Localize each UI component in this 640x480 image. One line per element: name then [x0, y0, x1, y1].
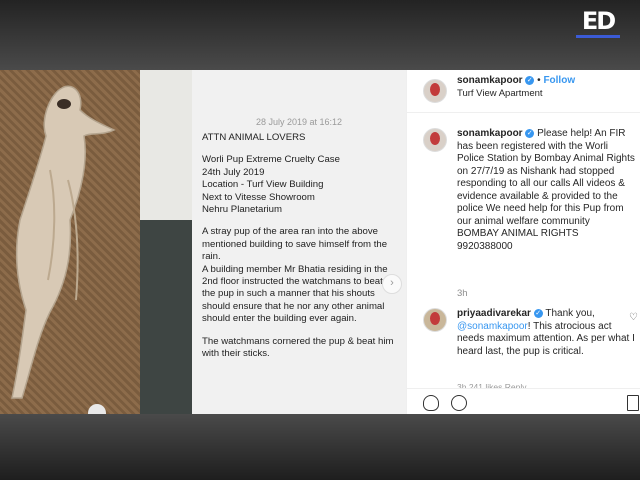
- bookmark-icon[interactable]: [627, 395, 639, 411]
- note-paragraph: The watchmans cornered the pup & beat hi…: [202, 335, 394, 360]
- verified-badge-icon: ✓: [533, 309, 543, 318]
- pup-figure: [11, 85, 116, 399]
- instagram-post: 28 July 2019 at 16:12 ATTN ANIMAL LOVERS…: [0, 70, 640, 414]
- comment: priyaadivarekar ✓ Thank you, @sonamkapoo…: [457, 308, 635, 358]
- frame-top: [0, 0, 640, 70]
- caption-time: 3h: [457, 288, 468, 299]
- comment-avatar[interactable]: [423, 308, 447, 332]
- action-bar: [407, 388, 640, 414]
- next-slide-button[interactable]: ›: [382, 274, 402, 294]
- channel-logo-letters: ED: [581, 7, 616, 35]
- note-heading: ATTN ANIMAL LOVERS: [202, 132, 306, 143]
- comment-username[interactable]: priyaadivarekar: [457, 308, 531, 319]
- avatar[interactable]: [423, 79, 447, 103]
- caption: sonamkapoor ✓ Please help! An FIR has be…: [457, 128, 637, 253]
- follow-button[interactable]: Follow: [543, 75, 575, 86]
- note-body: ATTN ANIMAL LOVERS Worli Pup Extreme Cru…: [202, 132, 398, 371]
- caption-avatar[interactable]: [423, 128, 447, 152]
- note-date: 28 July 2019 at 16:12: [255, 117, 343, 127]
- comments-panel: sonamkapoor ✓ • Follow Turf View Apartme…: [406, 70, 640, 414]
- channel-logo: ED: [576, 8, 620, 40]
- location-link[interactable]: Turf View Apartment: [457, 88, 543, 99]
- frame-bottom: [0, 414, 640, 480]
- chevron-right-icon: ›: [390, 277, 394, 289]
- header-username[interactable]: sonamkapoor: [457, 75, 523, 86]
- comment-bubble-icon[interactable]: [451, 395, 467, 411]
- verified-badge-icon: ✓: [525, 76, 535, 85]
- like-comment-heart-icon[interactable]: ♡: [629, 312, 638, 323]
- post-photo: [0, 70, 192, 414]
- note-paragraph: A stray pup of the area ran into the abo…: [202, 226, 388, 325]
- separator-dot: •: [537, 75, 541, 86]
- caption-text: Please help! An FIR has been registered …: [457, 128, 635, 252]
- caption-username[interactable]: sonamkapoor: [457, 128, 523, 139]
- post-header: sonamkapoor ✓ • Follow Turf View Apartme…: [407, 70, 640, 113]
- comment-text-before: Thank you,: [545, 308, 595, 319]
- note-image: 28 July 2019 at 16:12 ATTN ANIMAL LOVERS…: [192, 70, 406, 414]
- mention-link[interactable]: @sonamkapoor: [457, 321, 528, 332]
- channel-logo-bar: [576, 35, 620, 38]
- like-heart-icon[interactable]: [423, 395, 439, 411]
- verified-badge-icon: ✓: [525, 129, 535, 138]
- note-paragraph: Worli Pup Extreme Cruelty Case 24th July…: [202, 154, 340, 216]
